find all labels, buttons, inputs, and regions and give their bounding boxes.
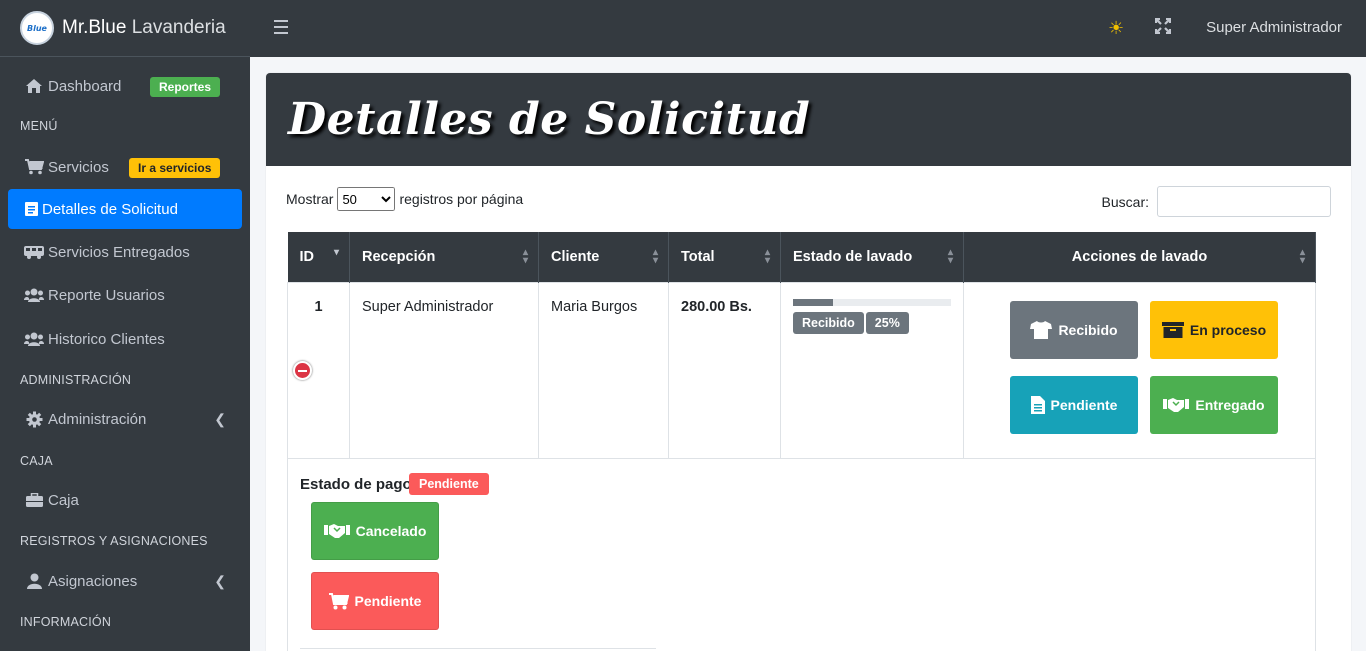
entregado-button-label: Entregado (1195, 397, 1265, 413)
divider (300, 648, 656, 649)
pendiente-button[interactable]: Pendiente (1010, 376, 1138, 434)
sidebar-item-entregados[interactable]: Servicios Entregados (8, 232, 242, 272)
column-header-estado[interactable]: Estado de lavado ▴ ▾ (780, 232, 964, 282)
sidebar-item-label: Historico Clientes (48, 330, 165, 348)
users-icon (24, 332, 44, 346)
sidebar-item-administracion[interactable]: Administración ❮ (8, 399, 242, 439)
chevron-left-icon: ❮ (214, 572, 226, 589)
cell-cliente: Maria Burgos (538, 281, 669, 459)
sort-icon: ▾ (333, 247, 339, 258)
search-label: Buscar: (1101, 193, 1149, 210)
nav-header-informacion: INFORMACIÓN (20, 615, 112, 629)
reportes-badge[interactable]: Reportes (150, 77, 221, 97)
estado-pago-label: Estado de pago (300, 476, 412, 493)
sidebar-item-label: Detalles de Solicitud (42, 200, 178, 218)
length-label-suffix: registros por página (399, 191, 524, 207)
column-header-id[interactable]: ID ▾ (287, 232, 350, 282)
sidebar-item-label: Servicios (48, 158, 109, 176)
sidebar-item-label: Dashboard (48, 77, 122, 95)
nav-header-administracion: ADMINISTRACIÓN (20, 373, 132, 387)
briefcase-icon (24, 492, 44, 508)
ir-a-servicios-badge[interactable]: Ir a servicios (129, 158, 221, 178)
column-header-total[interactable]: Total ▴ ▾ (668, 232, 781, 282)
page-length-control: Mostrar 102550100 registros por página (286, 187, 523, 211)
user-icon (24, 573, 44, 589)
sort-icon: ▴ ▾ (947, 247, 953, 266)
sort-icon: ▴ ▾ (522, 247, 528, 266)
nav-header-menu: MENÚ (20, 119, 58, 133)
sidebar-item-caja[interactable]: Caja (8, 480, 242, 520)
cart-icon (328, 592, 349, 610)
card-header: Detalles de Solicitud (266, 73, 1351, 166)
sidebar-item-historico[interactable]: Historico Clientes (8, 319, 242, 359)
pago-status-badge: Pendiente (409, 473, 489, 495)
sidebar-item-label: Servicios Entregados (48, 243, 190, 261)
column-header-acciones[interactable]: Acciones de lavado ▴ ▾ (963, 232, 1316, 282)
recibido-button[interactable]: Recibido (1010, 301, 1138, 359)
box-icon (1161, 322, 1184, 338)
sidebar-item-label: Administración (48, 410, 147, 428)
estado-badge: Recibido (793, 311, 864, 334)
sidebar-item-detalles[interactable]: Detalles de Solicitud (8, 189, 242, 229)
hamburger-menu-icon[interactable] (274, 20, 288, 34)
cell-recepcion: Super Administrador (349, 281, 539, 459)
nav-header-caja: CAJA (20, 454, 53, 468)
sort-icon: ▴ ▾ (652, 247, 658, 266)
brand-name: Mr.Blue Lavanderia (62, 17, 226, 38)
entregado-button[interactable]: Entregado (1150, 376, 1278, 434)
brand-link[interactable]: Blue Mr.Blue Lavanderia (0, 0, 250, 57)
user-menu[interactable]: Super Administrador (1206, 19, 1342, 36)
cart-icon (24, 159, 44, 175)
pago-pendiente-button-label: Pendiente (354, 593, 422, 609)
fullscreen-icon[interactable] (1154, 17, 1172, 39)
page-title: Detalles de Solicitud (288, 94, 811, 145)
column-header-recepcion[interactable]: Recepción ▴ ▾ (349, 232, 539, 282)
content-wrapper: Detalles de Solicitud Mostrar 102550100 … (250, 57, 1366, 651)
column-header-cliente[interactable]: Cliente ▴ ▾ (538, 232, 669, 282)
chevron-left-icon: ❮ (214, 410, 226, 427)
shirt-icon (1030, 321, 1053, 339)
sun-icon[interactable]: ☀ (1108, 18, 1124, 39)
top-navbar: ☀ Super Administrador (250, 0, 1366, 57)
main-card: Detalles de Solicitud Mostrar 102550100 … (266, 73, 1351, 651)
cell-estado: Recibido 25% (780, 281, 964, 459)
handshake-icon (1163, 397, 1190, 413)
file-text-icon (24, 202, 38, 216)
en-proceso-button-label: En proceso (1189, 322, 1267, 338)
search-input[interactable] (1157, 186, 1331, 217)
sidebar-item-label: Reporte Usuarios (48, 286, 165, 304)
sidebar-item-reporte-usuarios[interactable]: Reporte Usuarios (8, 275, 242, 315)
progress-bar (793, 298, 951, 306)
pago-pendiente-button[interactable]: Pendiente (311, 572, 439, 630)
search-control: Buscar: (1102, 186, 1331, 217)
cancelado-button-label: Cancelado (355, 523, 427, 539)
sidebar-item-label: Caja (48, 491, 79, 509)
brand-logo: Blue (20, 11, 54, 45)
cancelado-button[interactable]: Cancelado (311, 502, 439, 560)
users-icon (24, 288, 44, 302)
gear-icon (24, 411, 44, 428)
sort-icon: ▴ ▾ (1299, 247, 1305, 266)
sidebar-item-label: Asignaciones (48, 572, 138, 590)
collapse-row-icon[interactable] (293, 361, 312, 380)
sidebar-item-asignaciones[interactable]: Asignaciones ❮ (8, 561, 242, 601)
payment-details-row: Estado de pago Pendiente Cancelado Pendi… (287, 458, 1316, 651)
en-proceso-button[interactable]: En proceso (1150, 301, 1278, 359)
recibido-button-label: Recibido (1058, 322, 1118, 338)
length-label-prefix: Mostrar (286, 191, 334, 207)
sidebar: Blue Mr.Blue Lavanderia Dashboard Report… (0, 0, 250, 651)
cell-total: 280.00 Bs. (668, 281, 781, 459)
progress-badge: 25% (865, 311, 909, 334)
handshake-icon (323, 523, 350, 539)
page-size-select[interactable]: 102550100 (337, 187, 396, 211)
pendiente-button-label: Pendiente (1050, 397, 1118, 413)
sort-icon: ▴ ▾ (764, 247, 770, 266)
file-icon (1030, 396, 1045, 414)
home-icon (24, 78, 44, 94)
nav-header-registros: REGISTROS Y ASIGNACIONES (20, 534, 208, 548)
truck-icon (24, 245, 44, 259)
progress-bar-fill (793, 298, 833, 306)
